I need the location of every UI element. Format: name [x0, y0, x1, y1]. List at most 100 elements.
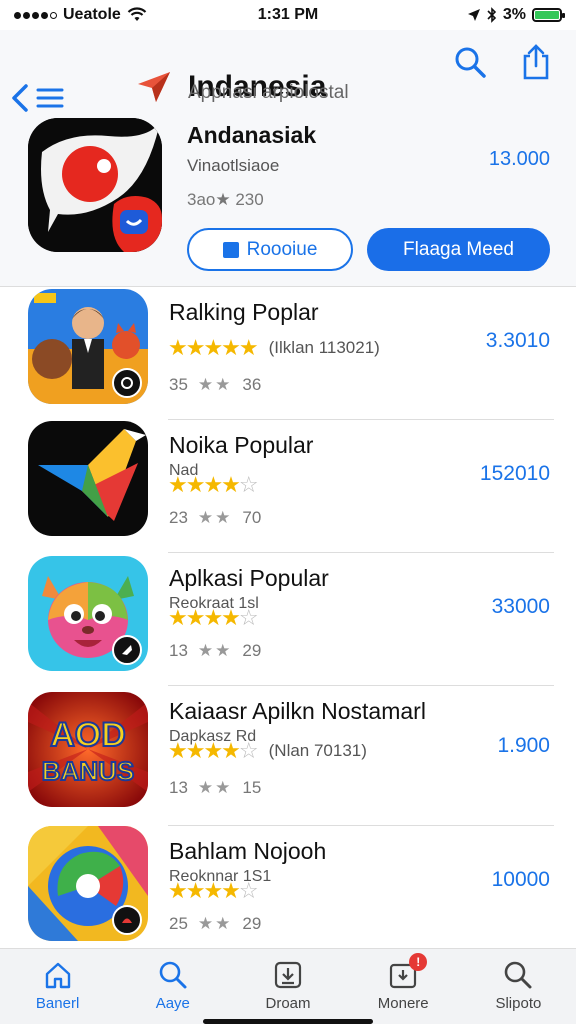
list-item[interactable]: AOD BANUS Kaiaasr Apilkn Nostamarl Dapka… — [0, 686, 576, 826]
counts-row: 35 ★★ 36 — [169, 375, 261, 395]
search-button[interactable] — [452, 44, 488, 80]
rating-row: ★★★★☆ (Nlan 70131) — [168, 740, 367, 762]
app-name: Noika Popular — [169, 432, 314, 458]
featured-logo-icon — [28, 118, 162, 252]
count-left: 23 — [169, 508, 188, 527]
status-bar: Ueatole 1:31 PM 3% — [0, 0, 576, 30]
badge-icon — [112, 635, 142, 665]
counts-row: 23 ★★ 70 — [169, 508, 261, 528]
tab-explore[interactable]: Slipoto — [461, 949, 576, 1024]
signal-dots-icon — [14, 11, 57, 19]
share-button[interactable] — [518, 44, 554, 80]
list-item[interactable]: Noika Popular Nad ★★★★☆ 23 ★★ 70 152010 — [0, 420, 576, 553]
featured-primary-button[interactable]: Flaaga Meed — [367, 228, 550, 271]
count-left: 35 — [169, 375, 188, 394]
location-icon — [467, 9, 480, 21]
rating-row: ★★★★★ (Ilklan 113021) — [168, 337, 380, 359]
app-price: 33000 — [491, 595, 550, 618]
list-item[interactable]: Bahlam Nojooh Reoknnar 1S1 ★★★★☆ 25 ★★ 2… — [0, 826, 576, 956]
app-icon — [28, 289, 148, 404]
badge-icon — [112, 905, 142, 935]
count-right: 15 — [242, 778, 262, 797]
tab-label: Slipoto — [495, 995, 542, 1012]
chevron-left-icon — [12, 84, 28, 112]
game-logo-text-bottom: BANUS — [42, 756, 134, 786]
app-icon: AOD BANUS — [28, 692, 148, 807]
tab-bar: Banerl Aaye Droam ! Monere Slipoto — [0, 948, 576, 1024]
battery-percent: 3% — [502, 6, 526, 23]
app-price: 152010 — [479, 462, 550, 485]
notification-badge: ! — [409, 953, 428, 971]
tab-label: Banerl — [35, 995, 80, 1012]
rating-row: ★★★★☆ — [168, 605, 259, 630]
status-right: 3% — [467, 6, 565, 24]
status-left: Ueatole — [14, 6, 147, 24]
play-star-icon — [28, 421, 148, 536]
list-item[interactable]: Ralking Poplar ★★★★★ (Ilklan 113021) 35 … — [0, 287, 576, 420]
search-icon — [502, 959, 534, 991]
app-price: 10000 — [491, 868, 550, 891]
tab-search[interactable]: Aaye — [115, 949, 230, 1024]
featured-app-developer: Vinaotlsiaoe — [187, 156, 280, 175]
tab-label: Droam — [265, 995, 311, 1012]
home-indicator — [203, 1019, 373, 1024]
count-right: 29 — [242, 914, 262, 933]
featured-app-price: 13.000 — [488, 148, 550, 170]
tab-home[interactable]: Banerl — [0, 949, 115, 1024]
app-icon — [28, 421, 148, 536]
game-logo-text-top: AOD — [50, 716, 126, 754]
app-name: Ralking Poplar — [169, 299, 319, 325]
app-price: 3.3010 — [485, 329, 550, 352]
header: Indanesia Appnasi arpiolostal Andanasiak… — [0, 30, 576, 286]
stars-icon: ★★ — [197, 641, 233, 660]
counts-row: 13 ★★ 15 — [169, 778, 261, 798]
featured-app-name[interactable]: Andanasiak — [187, 122, 316, 149]
stars-icon: ★★ — [197, 508, 233, 527]
back-button[interactable] — [10, 80, 70, 116]
carrier-label: Ueatole — [63, 6, 121, 23]
featured-secondary-button[interactable]: Roooiue — [187, 228, 353, 271]
wifi-icon — [127, 7, 147, 21]
counts-row: 25 ★★ 29 — [169, 914, 261, 934]
count-left: 13 — [169, 641, 188, 660]
featured-app-rating: 3ao★ 230 — [187, 190, 264, 209]
tab-label: Monere — [377, 995, 429, 1012]
featured-app-icon[interactable] — [28, 118, 162, 252]
list-item[interactable]: Aplkasi Popular Reokraat 1sl ★★★★☆ 13 ★★… — [0, 553, 576, 686]
tab-updates[interactable]: ! Monere — [346, 949, 461, 1024]
star-rating: ★★★★☆ — [168, 738, 259, 763]
tab-downloads[interactable]: Droam — [230, 949, 345, 1024]
search-icon — [157, 959, 189, 991]
stars-icon: ★★ — [197, 778, 233, 797]
featured-secondary-label: Roooiue — [246, 238, 318, 260]
download-box-icon — [272, 959, 304, 991]
badge-icon — [112, 368, 142, 398]
count-left: 13 — [169, 778, 188, 797]
list-icon — [36, 88, 64, 108]
header-actions — [452, 44, 554, 80]
app-price: 1.900 — [497, 734, 550, 757]
rating-note: (Ilklan 113021) — [268, 338, 380, 357]
app-name: Kaiaasr Apilkn Nostamarl — [169, 698, 426, 724]
battery-icon — [532, 8, 565, 22]
bluetooth-icon — [487, 7, 497, 23]
rating-row: ★★★★☆ — [168, 474, 259, 496]
square-icon — [222, 241, 239, 258]
share-icon — [523, 44, 549, 80]
count-right: 36 — [242, 375, 262, 394]
home-icon — [42, 959, 74, 991]
counts-row: 13 ★★ 29 — [169, 641, 261, 661]
stars-icon: ★★ — [197, 375, 233, 394]
star-rating: ★★★★☆ — [168, 878, 259, 903]
stars-icon: ★★ — [197, 914, 233, 933]
count-right: 29 — [242, 641, 262, 660]
tab-label: Aaye — [155, 995, 190, 1012]
app-icon — [28, 826, 148, 941]
game-logo-icon: AOD BANUS — [28, 692, 148, 807]
star-rating: ★★★★☆ — [168, 605, 259, 630]
app-list: Ralking Poplar ★★★★★ (Ilklan 113021) 35 … — [0, 287, 576, 956]
count-left: 25 — [169, 914, 188, 933]
updates-icon: ! — [387, 953, 428, 991]
app-name: Bahlam Nojooh — [169, 838, 327, 864]
page-subtitle: Appnasi arpiolostal — [188, 82, 349, 103]
